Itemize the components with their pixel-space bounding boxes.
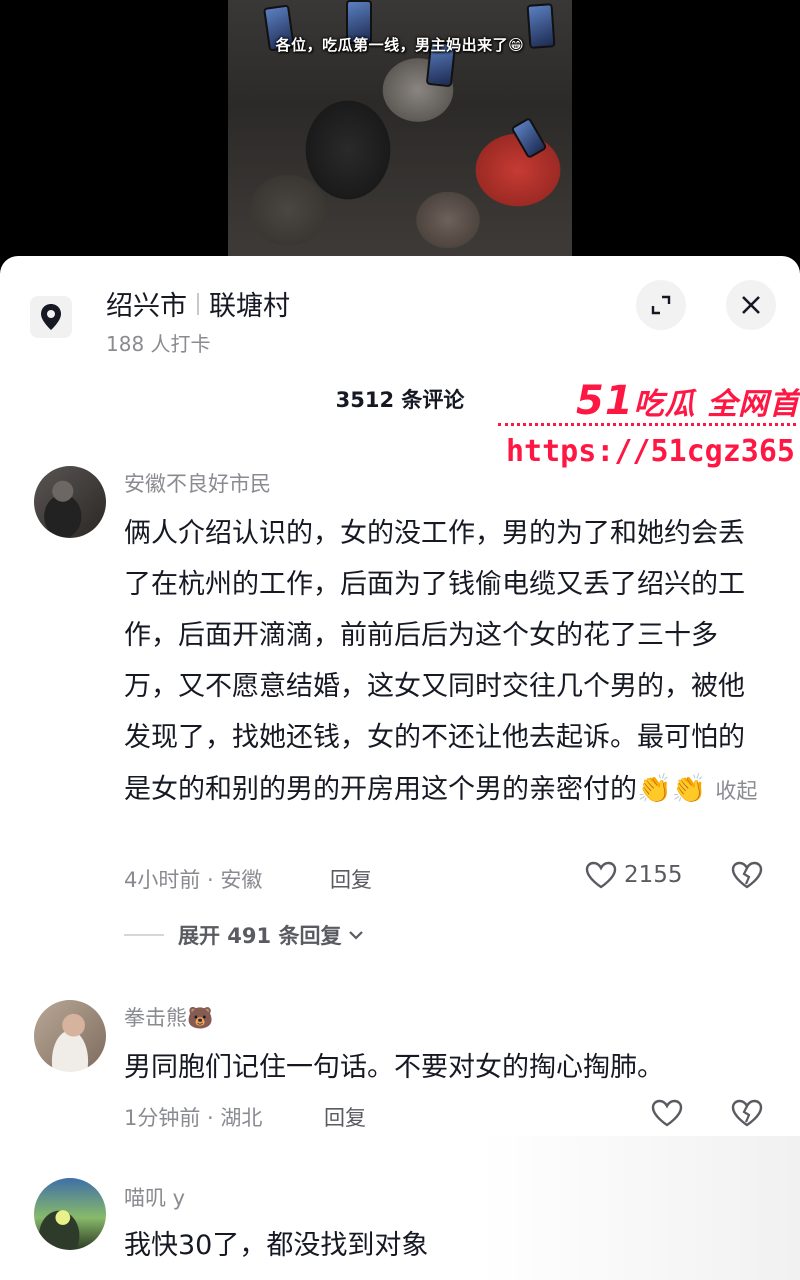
watermark-number: 51 <box>576 378 634 424</box>
avatar[interactable] <box>34 1000 106 1072</box>
broken-heart-icon <box>731 861 763 889</box>
expand-icon <box>651 295 671 315</box>
reply-button[interactable]: 回复 <box>330 864 372 894</box>
comment-author[interactable]: 喵叽 y <box>124 1182 185 1212</box>
avatar[interactable] <box>34 466 106 538</box>
location-city: 绍兴市 <box>106 291 187 322</box>
blurred-region <box>480 1136 800 1280</box>
dislike-button[interactable] <box>730 1098 764 1132</box>
watermark-tagline: 吃瓜 全网首发 <box>633 387 800 422</box>
reply-button[interactable]: 回复 <box>324 1102 366 1132</box>
comment-sheet: 绍兴市 联塘村 188 人打卡 3512 条评论 51吃瓜 全网首发 https… <box>0 256 800 1280</box>
location-village: 联塘村 <box>209 291 290 322</box>
comment-meta: 1分钟前 · 湖北 <box>124 1106 263 1130</box>
video-caption: 各位，吃瓜第一线，男主妈出来了😁 <box>275 36 525 54</box>
video-player[interactable]: 各位，吃瓜第一线，男主妈出来了😁 <box>0 0 800 262</box>
collapse-link[interactable]: 收起 <box>715 779 757 803</box>
expand-button[interactable] <box>636 280 686 330</box>
watermark-divider <box>498 423 796 429</box>
comment-text: 俩人介绍认识的，女的没工作，男的为了和她约会丢了在杭州的工作，后面为了钱偷电缆又… <box>124 508 764 817</box>
heart-icon <box>585 861 617 889</box>
phone-in-crowd <box>510 116 548 160</box>
location-separator <box>197 292 199 315</box>
location-title[interactable]: 绍兴市 联塘村 <box>106 284 290 323</box>
location-pin-icon <box>30 296 72 338</box>
comment-author[interactable]: 安徽不良好市民 <box>124 468 271 498</box>
close-button[interactable] <box>726 280 776 330</box>
chevron-down-icon <box>349 931 364 940</box>
comment-text: 男同胞们记住一句话。不要对女的掏心掏肺。 <box>124 1052 664 1083</box>
heart-icon <box>651 1099 683 1127</box>
comment-meta: 4小时前 · 安徽 <box>124 868 263 892</box>
like-button[interactable] <box>650 1098 684 1128</box>
watermark-line1: 51吃瓜 全网首发 <box>576 378 800 424</box>
watermark-url: https://51cgz365.com <box>506 434 800 469</box>
clap-emoji: 👏👏 <box>637 772 707 805</box>
like-button[interactable]: 2155 <box>584 860 683 890</box>
like-count: 2155 <box>624 862 683 888</box>
avatar[interactable] <box>34 1178 106 1250</box>
expand-replies-button[interactable]: 展开 491 条回复 <box>124 920 365 950</box>
expand-replies-label: 展开 491 条回复 <box>178 924 342 948</box>
checkin-count: 188 人打卡 <box>106 332 211 356</box>
dislike-button[interactable] <box>730 860 764 894</box>
close-icon <box>742 296 760 314</box>
broken-heart-icon <box>731 1099 763 1127</box>
divider-dash <box>124 934 164 936</box>
comment-body: 俩人介绍认识的，女的没工作，男的为了和她约会丢了在杭州的工作，后面为了钱偷电缆又… <box>124 518 745 805</box>
comment-author[interactable]: 拳击熊🐻 <box>124 1002 213 1032</box>
